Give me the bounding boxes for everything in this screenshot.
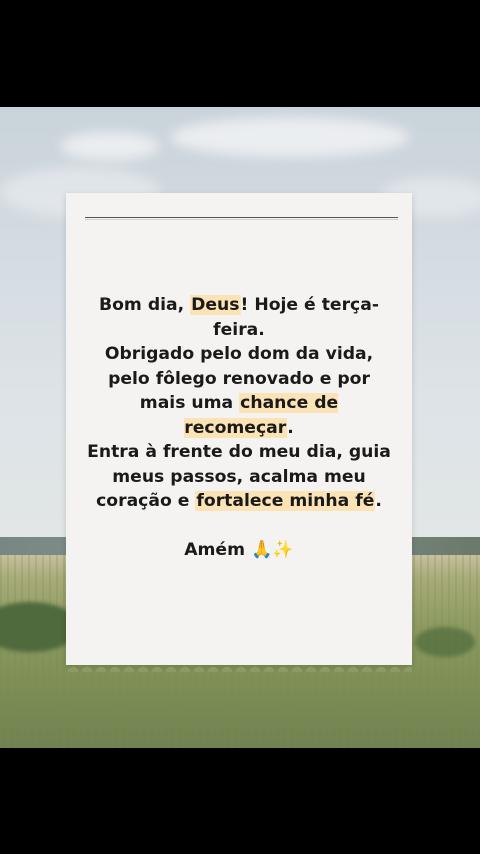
cloud	[60, 132, 160, 160]
card-scalloped-edge	[66, 664, 412, 672]
prayer-text: Bom dia, Deus! Hoje é terça-feira. Obrig…	[84, 293, 394, 562]
note-card: Bom dia, Deus! Hoje é terça-feira. Obrig…	[66, 193, 412, 672]
prayer-text-segment: .	[287, 417, 294, 438]
prayer-text-segment: Bom dia,	[99, 295, 191, 315]
prayer-paragraph: Entra à frente do meu dia, guia meus pas…	[84, 440, 394, 514]
prayer-paragraph: Bom dia, Deus! Hoje é terça-feira.	[84, 293, 394, 342]
cloud	[170, 117, 410, 157]
prayer-text-segment: .	[375, 491, 382, 511]
card-top-rule	[85, 217, 398, 218]
highlight-fe: fortalece minha fé	[195, 491, 376, 511]
prayer-paragraph: Obrigado pelo dom da vida, pelo fôlego r…	[84, 342, 394, 440]
highlight-deus: Deus	[190, 295, 241, 315]
amen-line: Amém 🙏✨	[184, 539, 294, 560]
bush	[415, 627, 475, 657]
